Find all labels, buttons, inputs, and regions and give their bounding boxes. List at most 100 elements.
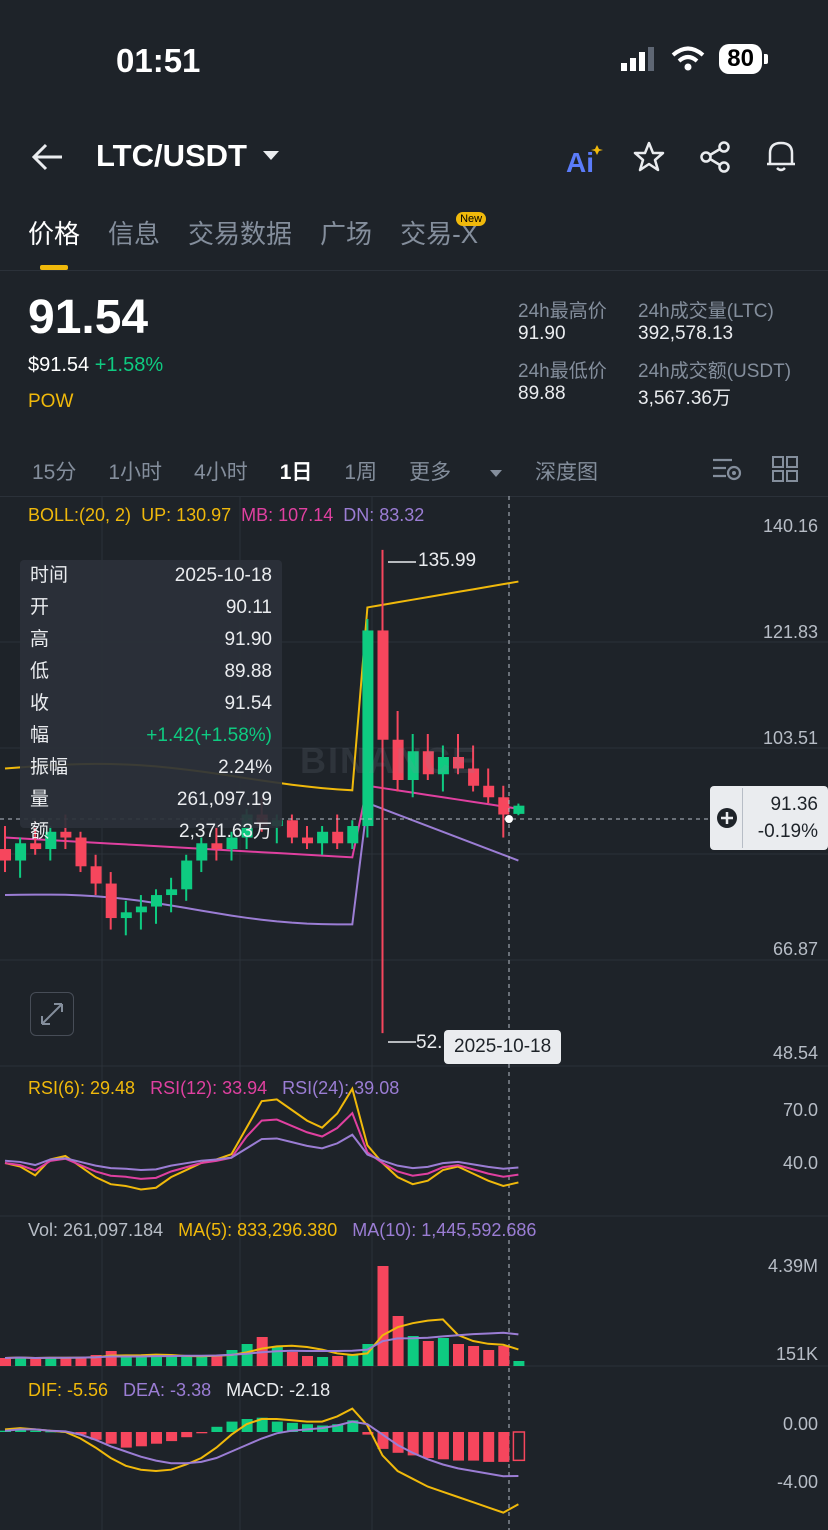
main-tabs: 价格 信息 交易数据 广场 交易-X New bbox=[28, 212, 487, 251]
price-axis-label: 103.51 bbox=[762, 728, 818, 748]
interval-15m[interactable]: 15分 bbox=[32, 456, 76, 486]
interval-more-label: 更多 bbox=[409, 461, 452, 484]
price-axis-label: 121.83 bbox=[762, 622, 818, 642]
tooltip-value: 2.24% bbox=[218, 757, 272, 778]
star-icon[interactable] bbox=[632, 140, 666, 174]
pair-selector[interactable]: LTC/USDT bbox=[96, 138, 281, 174]
macd-histogram-bar bbox=[105, 1432, 117, 1444]
vol-value: Vol: 261,097.184 bbox=[28, 1220, 164, 1240]
candle-body bbox=[181, 860, 193, 890]
volume-bar bbox=[302, 1356, 313, 1366]
tooltip-row: 幅 +1.42(+1.58%) bbox=[20, 720, 282, 752]
price-axis-label: 48.54 bbox=[772, 1043, 818, 1063]
price-usd: $91.54 bbox=[28, 354, 90, 376]
signal-icon bbox=[621, 47, 655, 71]
volume-bar bbox=[30, 1359, 42, 1366]
caret-down-icon bbox=[489, 470, 502, 477]
macd-histogram-bar bbox=[166, 1432, 178, 1442]
macd-histogram-bar bbox=[196, 1432, 208, 1434]
macd-histogram-bar bbox=[422, 1432, 434, 1458]
interval-4h[interactable]: 4小时 bbox=[194, 456, 248, 486]
battery-icon bbox=[764, 54, 768, 64]
interval-more[interactable]: 更多 bbox=[409, 456, 503, 486]
volume-bar bbox=[196, 1357, 208, 1366]
boll-legend: BOLL:(20, 2) UP: 130.97 MB: 107.14 DN: 8… bbox=[28, 505, 424, 526]
crosshair-price-tag[interactable]: 91.36 -0.19% bbox=[710, 786, 828, 850]
candle-body bbox=[347, 826, 359, 844]
rsi24: RSI(24): 39.08 bbox=[282, 1078, 400, 1098]
pow-tag[interactable]: POW bbox=[28, 391, 73, 413]
volume-bar bbox=[105, 1351, 117, 1366]
last-price: 91.54 bbox=[28, 291, 149, 344]
wifi-icon bbox=[671, 46, 705, 71]
tooltip-row: 额 2,371.63万 bbox=[20, 816, 282, 848]
interval-1h[interactable]: 1小时 bbox=[108, 456, 162, 486]
rsi12: RSI(12): 33.94 bbox=[150, 1078, 268, 1098]
macd-histogram-bar bbox=[151, 1432, 162, 1444]
divider bbox=[0, 270, 828, 271]
tab-price[interactable]: 价格 bbox=[28, 214, 80, 251]
volume-bar bbox=[286, 1352, 298, 1366]
tooltip-key: 高 bbox=[30, 629, 50, 650]
svg-text:Ai: Ai bbox=[566, 147, 594, 176]
tab-square[interactable]: 广场 bbox=[320, 214, 372, 251]
candle-body bbox=[483, 785, 495, 798]
macd-histogram-bar bbox=[211, 1426, 223, 1432]
macd-dif: DIF: -5.56 bbox=[28, 1380, 109, 1400]
volume-bar bbox=[135, 1357, 147, 1366]
tooltip-row: 开 90.11 bbox=[20, 592, 282, 624]
volume-bar bbox=[377, 1266, 389, 1366]
candle-body bbox=[120, 912, 132, 919]
max-price-label: 135.99 bbox=[418, 550, 477, 571]
boll-mb: MB: 107.14 bbox=[241, 505, 334, 525]
interval-1w[interactable]: 1周 bbox=[344, 456, 377, 486]
volume-bar bbox=[407, 1336, 419, 1366]
low-value: 89.88 bbox=[518, 383, 566, 404]
vol-axis-label: 151K bbox=[775, 1344, 818, 1364]
tooltip-row: 量 261,097.19 bbox=[20, 784, 282, 816]
tooltip-key: 开 bbox=[30, 597, 50, 618]
tooltip-value: 2,371.63万 bbox=[179, 821, 272, 842]
tab-trade-x[interactable]: 交易-X New bbox=[400, 212, 487, 251]
candle-body bbox=[302, 837, 313, 844]
tab-trading-data[interactable]: 交易数据 bbox=[188, 214, 292, 251]
tooltip-key: 时间 bbox=[30, 565, 69, 586]
volume-legend: Vol: 261,097.184 MA(5): 833,296.380 MA(1… bbox=[28, 1220, 536, 1241]
share-icon[interactable] bbox=[698, 140, 732, 174]
boll-dn: DN: 83.32 bbox=[343, 505, 425, 525]
volume-value: 392,578.13 bbox=[638, 323, 734, 344]
price-axis-label: 66.87 bbox=[772, 939, 818, 959]
price-usd-line: $91.54 +1.58% bbox=[28, 354, 163, 377]
ai-icon[interactable]: Ai bbox=[566, 142, 604, 176]
indicator-settings-icon[interactable] bbox=[712, 456, 742, 484]
vol-ma10: MA(10): 1,445,592.686 bbox=[352, 1220, 537, 1240]
tooltip-key: 低 bbox=[30, 661, 50, 682]
layout-grid-icon[interactable] bbox=[772, 456, 798, 482]
macd-histogram-bar bbox=[483, 1432, 495, 1462]
macd-histogram-bar bbox=[498, 1432, 510, 1462]
volume-bar bbox=[513, 1361, 525, 1366]
crosshair-date-tag: 2025-10-18 bbox=[444, 1030, 562, 1064]
tooltip-key: 收 bbox=[30, 693, 50, 714]
crosshair-price: 91.36 bbox=[770, 794, 818, 815]
volume-label: 24h成交量(LTC) bbox=[638, 301, 774, 322]
volume-bar bbox=[60, 1358, 72, 1366]
tooltip-value: +1.42(+1.58%) bbox=[146, 725, 272, 746]
volume-bar bbox=[0, 1358, 11, 1366]
tooltip-row: 低 89.88 bbox=[20, 656, 282, 688]
tooltip-key: 振幅 bbox=[30, 757, 69, 778]
fullscreen-button[interactable] bbox=[30, 992, 74, 1036]
back-arrow-icon[interactable] bbox=[30, 142, 64, 172]
tab-info[interactable]: 信息 bbox=[108, 214, 160, 251]
depth-chart-tab[interactable]: 深度图 bbox=[535, 456, 598, 486]
interval-1d[interactable]: 1日 bbox=[280, 456, 313, 486]
interval-bar: 15分 1小时 4小时 1日 1周 更多 深度图 bbox=[32, 456, 630, 486]
macd-histogram-bar bbox=[30, 1430, 42, 1432]
caret-down-icon bbox=[262, 151, 279, 160]
candle-tooltip: 时间 2025-10-18 开 90.11 高 91.90 低 89.88 收 91.54… bbox=[20, 560, 282, 842]
volume-bar bbox=[317, 1357, 329, 1366]
crosshair-dot bbox=[505, 815, 513, 823]
bell-icon[interactable] bbox=[764, 138, 798, 174]
volume-bar bbox=[271, 1346, 283, 1366]
plus-circle-icon[interactable] bbox=[716, 807, 738, 829]
